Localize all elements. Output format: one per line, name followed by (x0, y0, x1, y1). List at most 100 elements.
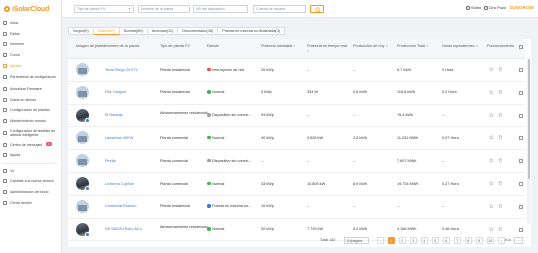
col-realtime[interactable]: Potencia en tiempo real ⇅ (307, 44, 349, 53)
sidebar-item[interactable]: Mantenimiento remoto (0, 116, 61, 127)
row-checkbox[interactable] (519, 68, 523, 72)
select-all-checkbox[interactable] (519, 45, 523, 49)
favorite-star-icon[interactable] (488, 203, 494, 209)
col-hours[interactable]: Horas equivalentes ⇅ (442, 44, 484, 49)
status-tab[interactable]: Desconectado(45) (178, 27, 219, 35)
page-number-button[interactable]: 7 (454, 237, 461, 244)
table-row[interactable]: Tensi Riego 20 KTL Planta residencial 20 k… (68, 59, 525, 82)
favorite-star-icon[interactable] (488, 66, 494, 72)
col-today[interactable]: Producción de hoy ⇅ (353, 44, 395, 49)
delete-trash-icon[interactable] (498, 112, 503, 118)
search-button[interactable] (310, 5, 324, 13)
table-row[interactable]: El Naranjo Almacenamiento residencial 94 k… (68, 105, 525, 128)
plant-type-select[interactable]: Tipo de planta FV ▼ (74, 5, 134, 13)
page-number-button[interactable]: 4 (421, 237, 428, 244)
delete-trash-icon[interactable] (498, 181, 503, 186)
sidebar-item[interactable]: Cerrar sesión (0, 197, 61, 208)
favorite-star-icon[interactable] (488, 135, 494, 140)
sidebar-bottom-nav: Yo Cambiar a la nueva versión Administraci… (0, 166, 61, 208)
plant-name-link[interactable]: DE BAEZU BALLACu (105, 227, 142, 231)
row-checkbox[interactable] (519, 136, 523, 141)
page-number-button[interactable]: 3 (410, 237, 417, 244)
page-size-select[interactable]: 10/página (344, 237, 369, 244)
favorite-star-icon[interactable] (488, 226, 494, 232)
favorite-star-icon[interactable] (488, 89, 494, 95)
page-number-button[interactable]: 6 (443, 237, 450, 244)
delete-trash-icon[interactable] (498, 67, 503, 72)
table-row[interactable]: Lechería Cojíñue Planta comercial 33 kWp 10… (68, 173, 525, 196)
video-link[interactable]: Vídeo (466, 5, 481, 10)
favorite-star-icon[interactable] (488, 180, 494, 186)
user-account-input[interactable]: Cuenta de usuario (253, 5, 306, 13)
delete-trash-icon[interactable] (498, 90, 503, 95)
sidebar-item[interactable]: Actualizar Firmware (0, 84, 61, 95)
sidebar-item[interactable]: Curva (0, 50, 61, 61)
status-tab[interactable]: Puesta en marcha no finalizada(3) (218, 27, 286, 35)
table-row[interactable]: Lamarhuz 40KW Planta comercial 40 kWp 3,528… (68, 127, 525, 151)
page-number-button[interactable]: 1 (388, 237, 395, 244)
user-menu[interactable]: Ciro Pozo (484, 5, 506, 10)
sidebar-item[interactable]: Ayuda (0, 150, 61, 161)
plant-name-link[interactable]: Pirella (105, 159, 116, 163)
sidebar-item[interactable]: Cambiar a la nueva versión (0, 176, 61, 187)
delete-trash-icon[interactable] (498, 204, 503, 209)
status-text: Puesta en marcha no... (212, 204, 252, 209)
device-sn-input[interactable]: NS del dispositivo (193, 5, 248, 13)
sidebar-item[interactable]: Parámetros de configuración (0, 71, 61, 84)
plant-name-link[interactable]: Comercial Esbroro (105, 204, 136, 208)
prev-page-button[interactable]: ‹ (377, 237, 384, 244)
status-tab[interactable]: Anómalo(11) (147, 27, 179, 35)
table-scrollbar[interactable] (527, 59, 530, 224)
sidebar-item-label: Cerrar sesión (10, 200, 32, 205)
table-row[interactable]: Comercial Esbroro Planta residencial 10 kW… (68, 196, 525, 219)
row-checkbox[interactable] (519, 113, 523, 118)
sidebar-item[interactable]: Fallos (0, 29, 61, 40)
col-power[interactable]: Potencia instalada ⇅ (261, 44, 299, 49)
row-checkbox[interactable] (519, 204, 523, 209)
col-total[interactable]: Producción Total ⇅ (397, 44, 429, 49)
page-number-button[interactable]: 10 (487, 237, 494, 244)
plant-name-link[interactable]: El Naranjo (105, 113, 123, 117)
scrollbar-thumb[interactable] (527, 59, 530, 179)
row-checkbox[interactable] (519, 182, 523, 186)
sidebar-item[interactable]: Centro de mensajes 1 (0, 139, 61, 150)
table-row[interactable]: Flia. Holguin Planta residencial 3 kWp 334 … (68, 82, 525, 105)
sidebar-item[interactable]: Datos en directo (0, 95, 61, 106)
status-tab[interactable]: Normal(89) (119, 27, 148, 35)
status-tab[interactable]: Seguir(0) (68, 27, 94, 35)
plant-name-link[interactable]: Tensi Riego 20 KTL (105, 68, 138, 72)
status-dot-icon (207, 181, 211, 186)
row-checkbox[interactable] (519, 90, 523, 95)
plant-name-link[interactable]: Lamarhuz 40KW (105, 136, 133, 140)
next-page-button[interactable]: › (498, 237, 505, 244)
row-checkbox[interactable] (519, 159, 523, 164)
goto-page-input[interactable] (514, 237, 523, 244)
favorite-star-icon[interactable] (488, 112, 494, 118)
sidebar-item[interactable]: Yo (0, 166, 61, 177)
sidebar-item[interactable]: Ajustes (0, 60, 61, 71)
delete-trash-icon[interactable] (498, 158, 503, 163)
plant-name-link[interactable]: Flia. Holguin (105, 90, 126, 94)
page-number-button[interactable]: 9 (476, 237, 483, 244)
sidebar-item[interactable]: Configuración de plantas (0, 105, 61, 116)
table-row[interactable]: Pirella Planta comercial -- -- -- 7,607 MWh --… (68, 150, 525, 173)
realtime-power: -- (307, 204, 310, 209)
favorite-star-icon[interactable] (488, 158, 494, 163)
status-tab[interactable]: Todo(140) (93, 27, 120, 35)
sidebar-item[interactable]: Administración de fondo (0, 187, 61, 198)
delete-trash-icon[interactable] (498, 226, 503, 232)
row-checkbox[interactable] (519, 227, 523, 232)
sidebar-item[interactable]: Inicio (0, 18, 61, 29)
page-number-button[interactable]: 8 (465, 237, 472, 244)
col-hours-label: Horas equivalentes (442, 44, 475, 48)
page-number-button[interactable]: 2 (399, 237, 406, 244)
plant-name-input[interactable]: Nombre de la planta (138, 5, 190, 13)
live-data-icon (3, 97, 7, 102)
sidebar-item[interactable]: Informes (0, 39, 61, 50)
page-number-button[interactable]: 5 (432, 237, 439, 244)
brand[interactable]: iSolarCloud (0, 0, 61, 18)
delete-trash-icon[interactable] (498, 135, 503, 140)
plant-name-link[interactable]: Lechería Cojíñue (105, 182, 134, 186)
col-name[interactable]: Nombre de la planta (105, 44, 139, 49)
sidebar-item[interactable]: Configuración de análisis de alarma inte… (0, 126, 61, 139)
